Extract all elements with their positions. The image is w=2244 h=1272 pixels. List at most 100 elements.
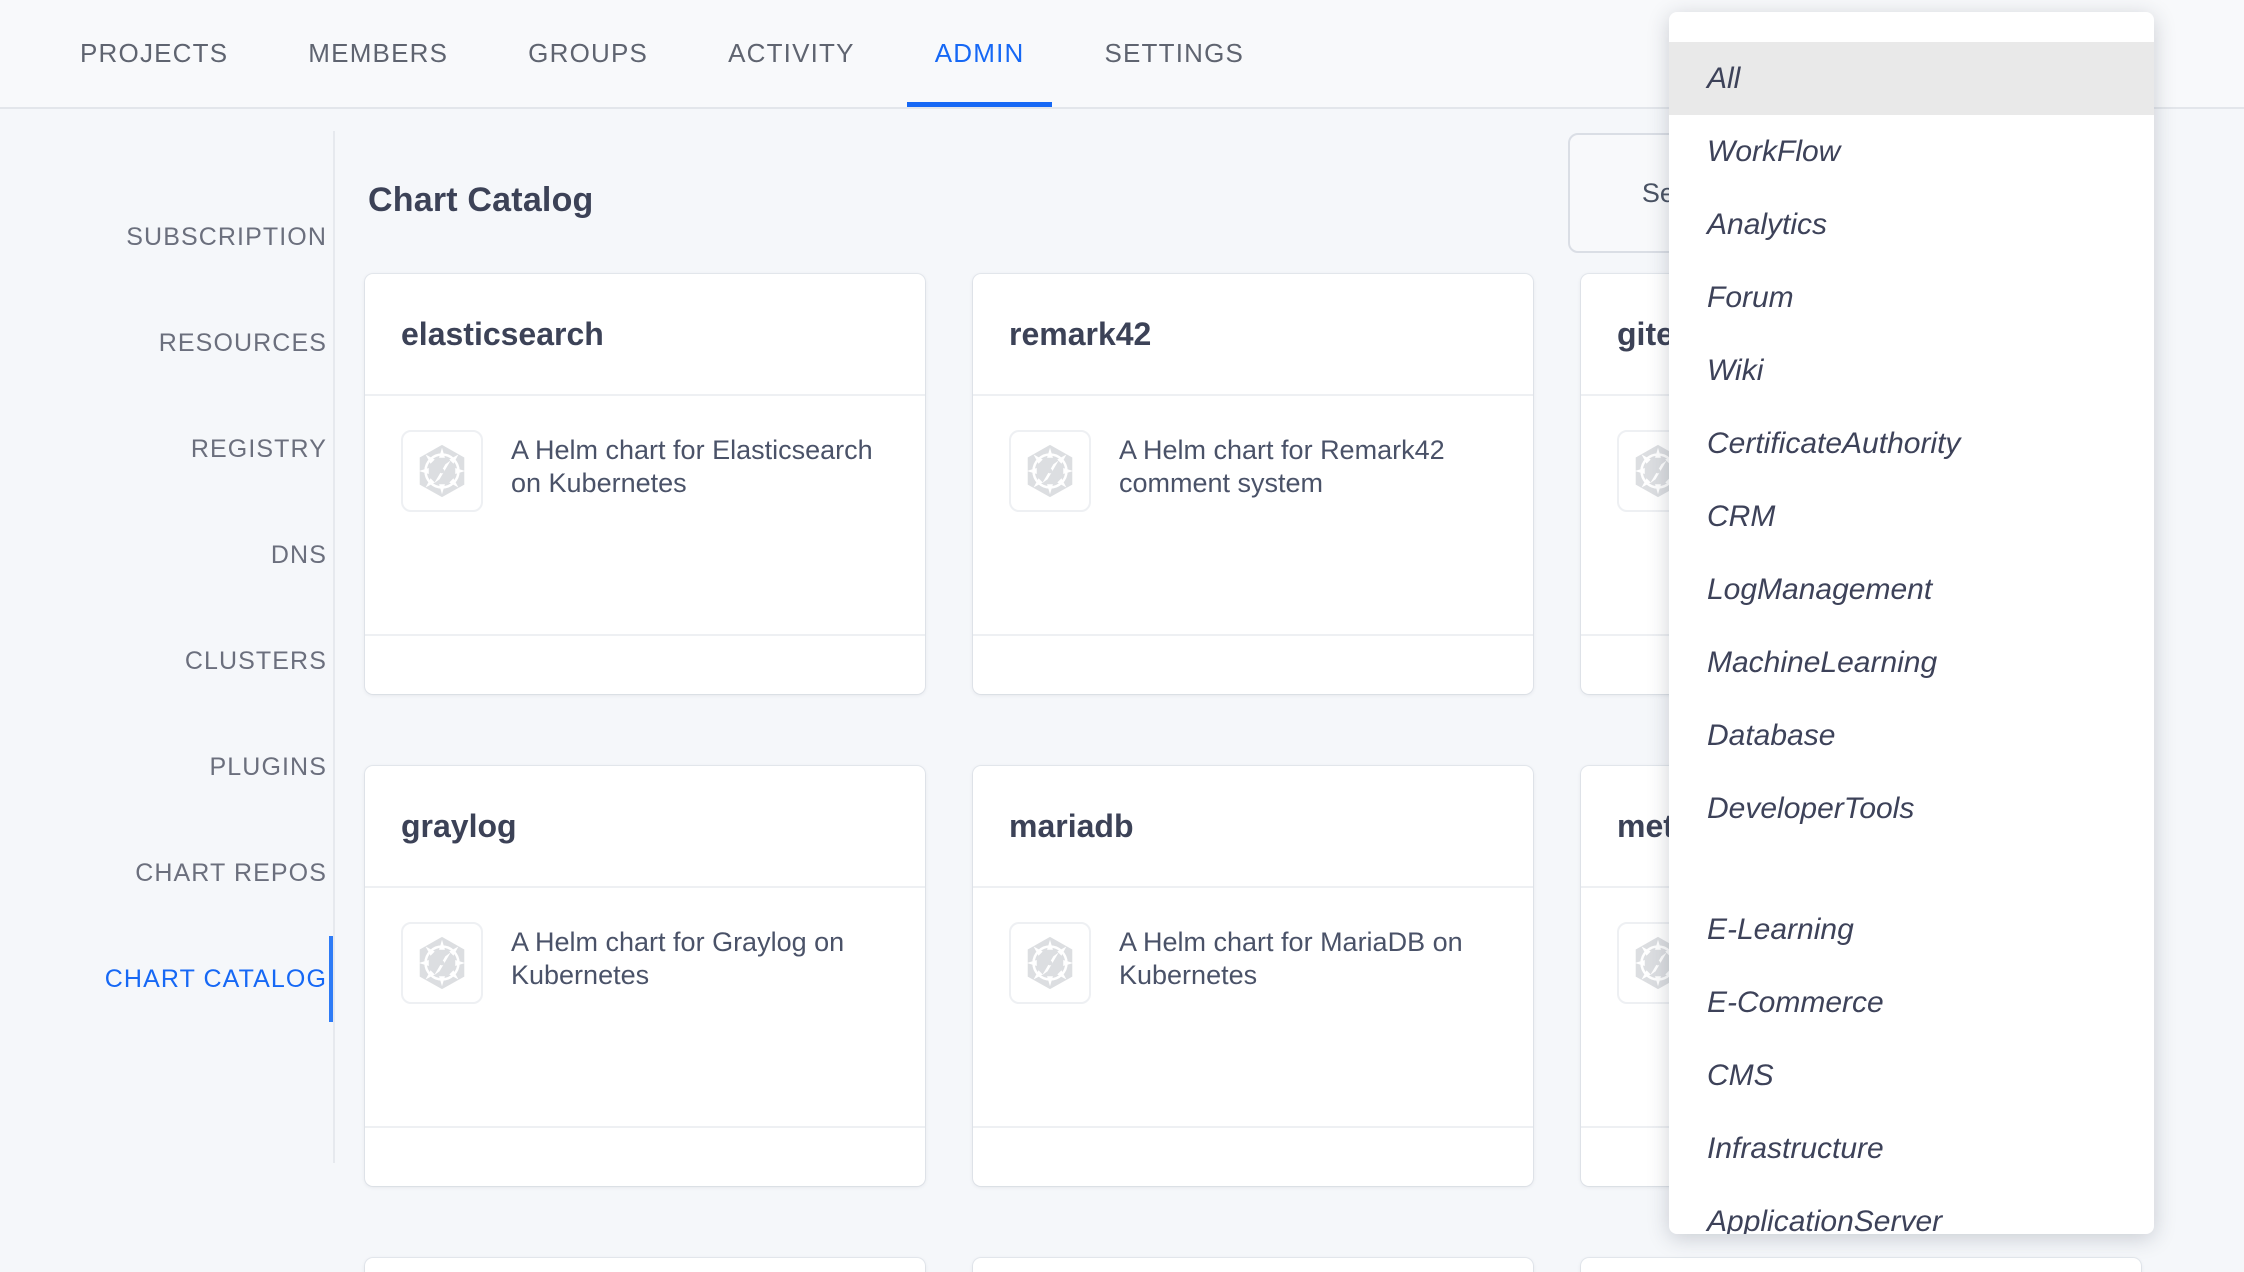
helm-chart-placeholder-icon	[418, 936, 466, 990]
nav-tab-label: GROUPS	[528, 38, 649, 68]
category-option-label: Wiki	[1707, 354, 1764, 387]
nav-tab-projects[interactable]: PROJECTS	[52, 0, 256, 107]
sidebar-item-chart-repos[interactable]: CHART REPOS	[0, 820, 334, 926]
chart-card[interactable]	[973, 1258, 1533, 1272]
helm-chart-placeholder-icon	[1026, 936, 1074, 990]
chart-card-footer	[365, 636, 925, 694]
page-title: Chart Catalog	[368, 181, 594, 219]
chart-card-body: A Helm chart for Remark42 comment system	[973, 396, 1533, 636]
chart-card-body: A Helm chart for MariaDB on Kubernetes	[973, 888, 1533, 1128]
category-option-e-learning[interactable]: E-Learning	[1669, 893, 2154, 966]
category-filter-dropdown[interactable]: All WorkFlow Analytics Forum Wiki Certificate…	[1669, 12, 2154, 1234]
sidebar-item-label: CLUSTERS	[184, 647, 327, 675]
admin-sidebar: SUBSCRIPTION RESOURCES REGISTRY DNS CLUSTERS…	[0, 109, 334, 1272]
chart-card-body: A Helm chart for Elasticsearch on Kubern…	[365, 396, 925, 636]
sidebar-item-list: SUBSCRIPTION RESOURCES REGISTRY DNS CLUSTERS…	[0, 109, 334, 1032]
category-option-workflow[interactable]: WorkFlow	[1669, 115, 2154, 188]
chart-card-header: remark42	[973, 274, 1533, 396]
chart-catalog-page: PROJECTS MEMBERS GROUPS ACTIVITY ADMIN SETTIN…	[0, 0, 2244, 1272]
helm-chart-placeholder-icon	[418, 444, 466, 498]
nav-tab-admin[interactable]: ADMIN	[906, 0, 1053, 107]
nav-tab-label: SETTINGS	[1104, 38, 1245, 68]
chart-card[interactable]: mariadb A Helm chart for MariaDB on Kuber…	[973, 766, 1533, 1186]
category-option-certificateauthority[interactable]: CertificateAuthority	[1669, 407, 2154, 480]
chart-card-title: graylog	[401, 807, 517, 844]
chart-card-header: graylog	[365, 766, 925, 888]
chart-card[interactable]: remark42 A Helm chart for Remark42 commen…	[973, 274, 1533, 694]
chart-card-description: A Helm chart for MariaDB on Kubernetes	[1119, 927, 1463, 990]
category-option-forum[interactable]: Forum	[1669, 261, 2154, 334]
chart-card-header: elasticsearch	[365, 274, 925, 396]
nav-tab-members[interactable]: MEMBERS	[280, 0, 476, 107]
chart-card-description: A Helm chart for Graylog on Kubernetes	[511, 927, 845, 990]
chart-card-title: remark42	[1009, 315, 1152, 352]
category-option-e-commerce[interactable]: E-Commerce	[1669, 966, 2154, 1039]
chart-card-title: mariadb	[1009, 807, 1134, 844]
chart-card-footer	[973, 636, 1533, 694]
nav-tab-label: ADMIN	[934, 38, 1025, 68]
sidebar-item-label: CHART CATALOG	[104, 965, 327, 993]
category-option-label: CRM	[1707, 500, 1776, 533]
nav-tab-activity[interactable]: ACTIVITY	[700, 0, 883, 107]
sidebar-item-chart-catalog[interactable]: CHART CATALOG	[0, 926, 334, 1032]
chart-card-description: A Helm chart for Elasticsearch on Kubern…	[511, 435, 873, 498]
nav-tab-groups[interactable]: GROUPS	[500, 0, 676, 107]
chart-card[interactable]	[365, 1258, 925, 1272]
nav-tab-label: PROJECTS	[80, 38, 229, 68]
category-option-logmanagement[interactable]: LogManagement	[1669, 553, 2154, 626]
category-option-label: ApplicationServer	[1707, 1205, 1943, 1234]
chart-logo	[1009, 922, 1091, 1004]
category-option-label: Database	[1707, 719, 1836, 752]
sidebar-item-label: PLUGINS	[209, 753, 327, 781]
chart-card-header	[973, 1258, 1533, 1272]
sidebar-item-label: CHART REPOS	[135, 859, 327, 887]
chart-card-body: A Helm chart for Graylog on Kubernetes	[365, 888, 925, 1128]
category-option-database[interactable]: Database	[1669, 699, 2154, 772]
category-option-label: MachineLearning	[1707, 646, 1938, 679]
category-option-label: All	[1707, 62, 1741, 95]
chart-card[interactable]: elasticsearch A Helm chart for Elasticsea…	[365, 274, 925, 694]
chart-card-description: A Helm chart for Remark42 comment system	[1119, 435, 1445, 498]
nav-tab-label: MEMBERS	[308, 38, 449, 68]
chart-logo	[401, 430, 483, 512]
chart-card-header	[365, 1258, 925, 1272]
category-option-crm[interactable]: CRM	[1669, 480, 2154, 553]
sidebar-item-label: REGISTRY	[190, 435, 327, 463]
chart-card-footer	[365, 1128, 925, 1186]
category-option-label: CertificateAuthority	[1707, 427, 1961, 460]
category-option-analytics[interactable]: Analytics	[1669, 188, 2154, 261]
chart-card-header: mariadb	[973, 766, 1533, 888]
sidebar-item-label: RESOURCES	[158, 329, 327, 357]
category-option-infrastructure[interactable]: Infrastructure	[1669, 1112, 2154, 1185]
chart-logo	[1009, 430, 1091, 512]
sidebar-item-clusters[interactable]: CLUSTERS	[0, 608, 334, 714]
category-option-label: CMS	[1707, 1059, 1774, 1092]
category-option-list: All WorkFlow Analytics Forum Wiki Certificate…	[1669, 42, 2154, 1234]
nav-tab-label: ACTIVITY	[728, 38, 855, 68]
sidebar-item-label: DNS	[270, 541, 327, 569]
nav-tab-settings[interactable]: SETTINGS	[1076, 0, 1272, 107]
category-option-all[interactable]: All	[1669, 42, 2154, 115]
chart-card-title: elasticsearch	[401, 315, 604, 352]
sidebar-item-subscription[interactable]: SUBSCRIPTION	[0, 184, 334, 290]
chart-card[interactable]	[1581, 1258, 2141, 1272]
category-option-machinelearning[interactable]: MachineLearning	[1669, 626, 2154, 699]
category-option-label: Analytics	[1707, 208, 1828, 241]
sidebar-item-dns[interactable]: DNS	[0, 502, 334, 608]
helm-chart-placeholder-icon	[1026, 444, 1074, 498]
category-option-label: E-Commerce	[1707, 986, 1884, 1019]
sidebar-item-label: SUBSCRIPTION	[126, 223, 327, 251]
sidebar-item-registry[interactable]: REGISTRY	[0, 396, 334, 502]
category-option-wiki[interactable]: Wiki	[1669, 334, 2154, 407]
sidebar-item-plugins[interactable]: PLUGINS	[0, 714, 334, 820]
category-option-developertools[interactable]: DeveloperTools	[1669, 772, 2154, 845]
category-option-label: LogManagement	[1707, 573, 1933, 606]
category-option-cms[interactable]: CMS	[1669, 1039, 2154, 1112]
category-option-label: WorkFlow	[1707, 135, 1841, 168]
sidebar-item-resources[interactable]: RESOURCES	[0, 290, 334, 396]
category-option-label: Forum	[1707, 281, 1794, 314]
chart-card-header	[1581, 1258, 2141, 1272]
chart-card-footer	[973, 1128, 1533, 1186]
category-option-applicationserver[interactable]: ApplicationServer	[1669, 1185, 2154, 1234]
chart-card[interactable]: graylog A Helm chart for Graylog on Kuber…	[365, 766, 925, 1186]
